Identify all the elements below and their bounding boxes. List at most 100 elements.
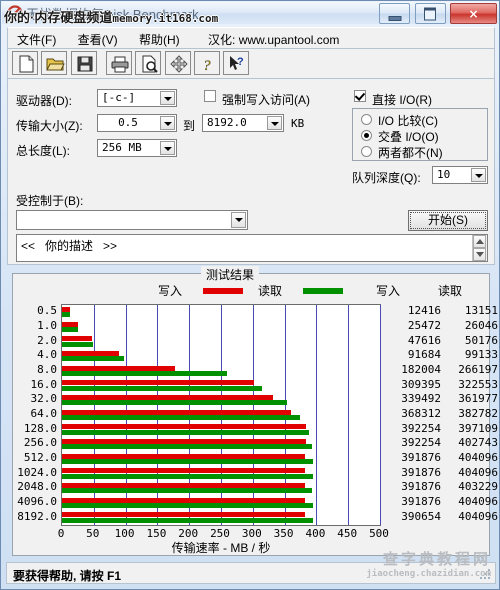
maximize-button[interactable] xyxy=(414,3,446,24)
print-button[interactable] xyxy=(106,51,133,75)
io-compare-radio[interactable] xyxy=(361,114,372,125)
scroll-down-icon[interactable] xyxy=(473,248,486,261)
menu-localization-note: 汉化: www.upantool.com xyxy=(208,33,340,47)
chevron-down-icon[interactable] xyxy=(160,91,175,105)
chart-bar-read xyxy=(62,312,71,318)
help-cursor-button[interactable]: ? xyxy=(223,51,250,75)
chart-bar-read xyxy=(62,356,124,362)
chevron-down-icon[interactable] xyxy=(160,116,175,130)
force-write-checkbox[interactable] xyxy=(204,90,216,102)
status-text: 要获得帮助, 请按 F1 xyxy=(13,569,122,583)
description-textarea[interactable]: << 你的描述 >> xyxy=(16,234,488,262)
result-value-read: 382782 xyxy=(458,407,498,420)
chart-legend: 写入 读取 xyxy=(13,282,489,298)
start-button[interactable]: 开始(S) xyxy=(408,210,488,231)
blocksize-from-value: 0.5 xyxy=(118,116,138,129)
chart-bar-read xyxy=(62,385,263,391)
controlled-by-select[interactable] xyxy=(16,210,248,230)
chart-category-label: 8192.0 xyxy=(17,509,57,523)
drive-select[interactable]: [-c-] xyxy=(97,89,177,107)
chart-category-label: 2.0 xyxy=(37,333,57,347)
chart-bar-write xyxy=(62,424,306,430)
io-overlapped-radio[interactable] xyxy=(361,130,372,141)
blocksize-to-value: 8192.0 xyxy=(207,116,247,129)
queue-depth-select[interactable]: 10 xyxy=(432,166,488,184)
result-value-write: 309395 xyxy=(401,377,441,391)
chart-bar-read xyxy=(62,503,313,508)
result-value-read: 404096 xyxy=(458,509,498,523)
length-select[interactable]: 256 MB xyxy=(97,139,177,157)
result-value-write: 368312 xyxy=(401,407,441,420)
result-value-read: 404096 xyxy=(458,451,498,464)
chart-bar-read xyxy=(62,400,287,406)
chevron-down-icon[interactable] xyxy=(160,141,175,155)
application-window: 无忧数据恢复Disk Benchmark 你的·内存硬盘频道memory.it1… xyxy=(0,0,500,590)
result-value-write: 47616 xyxy=(407,333,441,347)
menu-item-view[interactable]: 查看(V) xyxy=(69,28,127,50)
result-value-read: 50176 xyxy=(464,333,498,347)
move-button[interactable] xyxy=(164,51,191,75)
chart-bar-read xyxy=(62,429,309,435)
queue-depth-label: 队列深度(Q): xyxy=(352,171,421,185)
chart-category-label: 2048.0 xyxy=(17,480,57,494)
result-value-write: 391876 xyxy=(401,451,441,464)
force-write-label: 强制写入访问(A) xyxy=(222,93,310,107)
legend-swatch-write xyxy=(203,288,243,294)
menu-item-help[interactable]: 帮助(H) xyxy=(130,28,189,50)
result-value-write: 391876 xyxy=(401,465,441,479)
toolbar: ? ? xyxy=(7,49,495,79)
close-icon: × xyxy=(468,6,479,21)
result-value-write: 391876 xyxy=(401,495,441,508)
chart-category-label: 512.0 xyxy=(23,451,57,464)
menu-item-file[interactable]: 文件(F) xyxy=(8,28,65,50)
title-watermark-en: memory.it168.com xyxy=(112,12,219,24)
io-mode-group: I/O 比较(C) 交叠 I/O(O) 两者都不(N) xyxy=(352,108,488,161)
chart-category-label: 0.5 xyxy=(37,304,57,318)
new-button[interactable] xyxy=(12,51,38,75)
print-preview-button[interactable] xyxy=(135,51,162,75)
chart-bar-write xyxy=(62,306,70,312)
description-scrollbar[interactable] xyxy=(472,235,487,261)
chart-bar-write xyxy=(62,365,176,371)
chart-bar-write xyxy=(62,438,306,444)
chart-bar-write xyxy=(62,350,119,356)
chart-bar-write xyxy=(62,497,306,503)
menu-bar: 文件(F) 查看(V) 帮助(H) 汉化: www.upantool.com xyxy=(7,27,495,49)
blocksize-from-select[interactable]: 0.5 xyxy=(97,114,177,132)
chart-bar-write xyxy=(62,512,305,518)
resize-grip-icon[interactable] xyxy=(478,567,492,581)
title-bar[interactable]: 无忧数据恢复Disk Benchmark 你的·内存硬盘频道memory.it1… xyxy=(2,2,499,24)
chart-x-axis-title: 传输速率 - MB / 秒 xyxy=(171,541,271,555)
chevron-down-icon[interactable] xyxy=(231,212,246,228)
chart-bar-read xyxy=(62,327,79,332)
result-value-read: 402743 xyxy=(458,436,498,450)
io-neither-label: 两者都不(N) xyxy=(378,146,443,160)
result-value-read: 404096 xyxy=(458,495,498,508)
result-value-read: 361977 xyxy=(458,392,498,406)
description-text: << 你的描述 >> xyxy=(21,239,118,253)
open-button[interactable] xyxy=(41,51,68,75)
result-value-read: 266197 xyxy=(458,363,498,376)
to-label: 到 xyxy=(183,119,196,133)
about-button[interactable]: ? xyxy=(194,51,221,75)
close-button[interactable]: × xyxy=(450,3,497,24)
blocksize-to-select[interactable]: 8192.0 xyxy=(202,114,284,132)
result-value-read: 322553 xyxy=(458,377,498,391)
chart-category-label: 64.0 xyxy=(30,407,58,420)
chevron-down-icon[interactable] xyxy=(471,168,486,182)
unit-label: KB xyxy=(291,117,305,130)
minimize-button[interactable] xyxy=(379,3,411,24)
io-neither-radio[interactable] xyxy=(361,146,372,157)
settings-panel: 驱动器(D): [-c-] 传输大小(Z): 0.5 到 8192.0 KB 总… xyxy=(7,79,495,265)
result-value-write: 91684 xyxy=(407,348,441,362)
legend-swatch-read xyxy=(303,288,343,294)
svg-text:?: ? xyxy=(237,56,244,68)
result-value-read: 403229 xyxy=(458,480,498,494)
scroll-up-icon[interactable] xyxy=(473,235,486,248)
chart-bar-read xyxy=(62,444,313,450)
direct-io-checkbox[interactable] xyxy=(354,90,366,102)
chart-bar-read xyxy=(62,517,313,523)
length-label: 总长度(L): xyxy=(16,144,71,158)
save-button[interactable] xyxy=(70,51,97,75)
chevron-down-icon[interactable] xyxy=(267,116,282,130)
